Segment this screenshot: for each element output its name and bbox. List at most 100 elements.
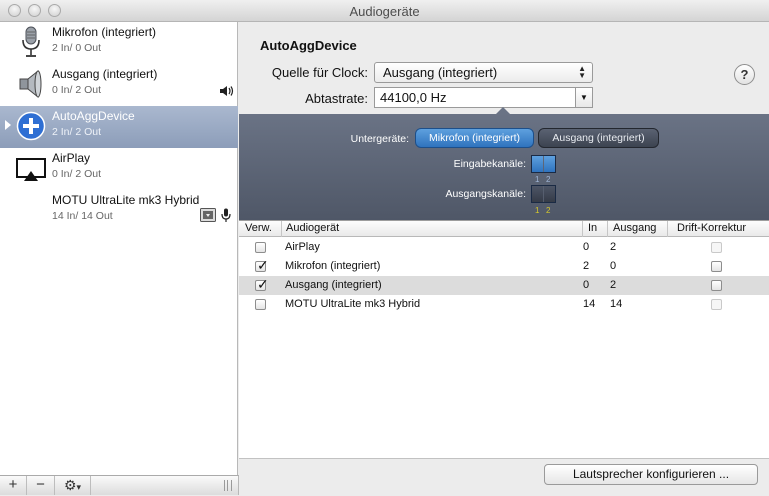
title-bar: Audiogeräte	[0, 0, 769, 22]
default-input-badge-icon	[200, 208, 216, 222]
default-input-microphone-icon	[221, 208, 231, 222]
device-list: Mikrofon (integriert) 2 In/ 0 Out Ausgan…	[0, 22, 238, 475]
plus-circle-icon	[16, 111, 46, 141]
microphone-icon	[22, 26, 40, 57]
resize-handle-icon[interactable]	[224, 480, 232, 491]
add-device-button[interactable]: +	[0, 476, 27, 495]
chevron-down-icon: ▾	[76, 482, 82, 492]
column-header-use[interactable]: Verw.	[245, 222, 272, 234]
sample-rate-combobox[interactable]: 44100,0 Hz ▼	[374, 87, 593, 108]
drift-checkbox	[711, 242, 722, 253]
device-cell: AirPlay	[285, 241, 320, 253]
speaker-icon	[19, 69, 42, 99]
output-channel-number: 2	[546, 206, 551, 215]
disclosure-triangle-icon[interactable]	[5, 120, 11, 130]
subdevice-panel: Untergeräte: Mikrofon (integriert) Ausga…	[239, 114, 769, 220]
out-cell: 2	[610, 241, 617, 253]
device-item-airplay[interactable]: AirPlay 0 In/ 2 Out	[0, 148, 238, 190]
output-channel-2[interactable]	[544, 186, 555, 202]
table-row[interactable]: MOTU UltraLite mk3 Hybrid 14 14	[239, 295, 769, 314]
drift-checkbox	[711, 299, 722, 310]
configure-speakers-button[interactable]: Lautsprecher konfigurieren ...	[544, 464, 758, 485]
subdevices-label: Untergeräte:	[350, 133, 409, 145]
help-button[interactable]: ?	[734, 64, 755, 85]
device-item-autoaggdevice[interactable]: AutoAggDevice 2 In/ 2 Out	[0, 106, 238, 148]
in-cell: 14	[583, 298, 596, 310]
column-header-out[interactable]: Ausgang	[613, 222, 656, 234]
window-title: Audiogeräte	[349, 4, 420, 19]
use-checkbox[interactable]	[255, 242, 266, 253]
table-row[interactable]: ✓ Ausgang (integriert) 0 2	[239, 276, 769, 295]
output-channel-1[interactable]	[532, 186, 543, 202]
sidebar-toolbar: + − ⚙▾	[0, 475, 239, 495]
checkmark-icon: ✓	[257, 276, 269, 292]
input-channel-number: 2	[546, 175, 551, 184]
remove-device-button[interactable]: −	[27, 476, 55, 495]
use-checkbox[interactable]: ✓	[255, 257, 269, 273]
device-io: 2 In/ 0 Out	[52, 42, 102, 54]
chevron-down-icon[interactable]: ▼	[575, 88, 592, 107]
device-io: 0 In/ 2 Out	[52, 168, 102, 180]
device-name: Ausgang (integriert)	[52, 67, 158, 81]
clock-source-value: Ausgang (integriert)	[383, 65, 498, 80]
device-name: MOTU UltraLite mk3 Hybrid	[52, 193, 200, 207]
gear-icon: ⚙	[63, 477, 77, 493]
column-divider	[582, 221, 583, 237]
use-checkbox[interactable]	[255, 299, 266, 310]
footer-divider	[239, 458, 769, 459]
column-divider	[607, 221, 608, 237]
gear-menu-button[interactable]: ⚙▾	[55, 476, 91, 495]
column-header-device[interactable]: Audiogerät	[286, 222, 339, 234]
out-cell: 0	[610, 260, 617, 272]
table-row[interactable]: AirPlay 0 2	[239, 238, 769, 257]
sample-rate-label: Abtastrate:	[305, 91, 368, 106]
device-detail-panel: AutoAggDevice Quelle für Clock: Ausgang …	[239, 22, 769, 495]
column-header-in[interactable]: In	[588, 222, 597, 234]
clock-source-label: Quelle für Clock:	[271, 65, 368, 80]
output-channel-number: 1	[535, 206, 540, 215]
output-channel-grid[interactable]	[531, 185, 556, 203]
use-checkbox[interactable]: ✓	[255, 276, 269, 292]
column-header-drift[interactable]: Drift-Korrektur	[677, 222, 746, 234]
subdevice-table: Verw. Audiogerät In Ausgang Drift-Korrek…	[239, 220, 769, 458]
device-io: 2 In/ 2 Out	[52, 126, 102, 138]
table-row[interactable]: ✓ Mikrofon (integriert) 2 0	[239, 257, 769, 276]
subdevice-mikrofon-button[interactable]: Mikrofon (integriert)	[415, 128, 534, 148]
device-name: Mikrofon (integriert)	[52, 25, 157, 39]
in-cell: 0	[583, 241, 590, 253]
default-output-speaker-icon	[220, 86, 234, 96]
device-title: AutoAggDevice	[260, 38, 357, 53]
column-divider	[281, 221, 282, 237]
device-name: AutoAggDevice	[52, 109, 135, 123]
device-name: AirPlay	[52, 151, 91, 165]
drift-checkbox[interactable]	[711, 280, 722, 291]
sample-rate-value: 44100,0 Hz	[380, 90, 447, 105]
out-cell: 2	[610, 279, 617, 291]
subdevice-ausgang-button[interactable]: Ausgang (integriert)	[538, 128, 659, 148]
in-cell: 2	[583, 260, 590, 272]
clock-source-select[interactable]: Ausgang (integriert) ▲ ▼	[374, 62, 593, 83]
airplay-icon	[16, 158, 46, 181]
device-item-mikrofon[interactable]: Mikrofon (integriert) 2 In/ 0 Out	[0, 22, 238, 64]
column-divider	[667, 221, 668, 237]
device-item-motu[interactable]: MOTU UltraLite mk3 Hybrid 14 In/ 14 Out	[0, 190, 238, 232]
table-header: Verw. Audiogerät In Ausgang Drift-Korrek…	[239, 221, 769, 237]
input-channel-2[interactable]	[544, 156, 555, 172]
device-cell: MOTU UltraLite mk3 Hybrid	[285, 298, 421, 310]
device-io: 0 In/ 2 Out	[52, 84, 102, 96]
input-channel-grid[interactable]	[531, 155, 556, 173]
drift-checkbox[interactable]	[711, 261, 722, 272]
device-cell: Ausgang (integriert)	[285, 279, 382, 291]
device-cell: Mikrofon (integriert)	[285, 260, 381, 272]
device-io: 14 In/ 14 Out	[52, 210, 113, 222]
device-item-ausgang[interactable]: Ausgang (integriert) 0 In/ 2 Out	[0, 64, 238, 106]
in-cell: 0	[583, 279, 590, 291]
out-cell: 14	[610, 298, 623, 310]
updown-arrows-icon: ▲ ▼	[578, 64, 586, 80]
input-channel-number: 1	[535, 175, 540, 184]
input-channel-1[interactable]	[532, 156, 543, 172]
audio-devices-window: Audiogeräte Mikrofon (integriert) 2 In/ …	[0, 0, 769, 495]
input-channels-label: Eingabekanäle:	[453, 158, 526, 170]
output-channels-label: Ausgangskanäle:	[445, 188, 526, 200]
checkmark-icon: ✓	[257, 257, 269, 273]
